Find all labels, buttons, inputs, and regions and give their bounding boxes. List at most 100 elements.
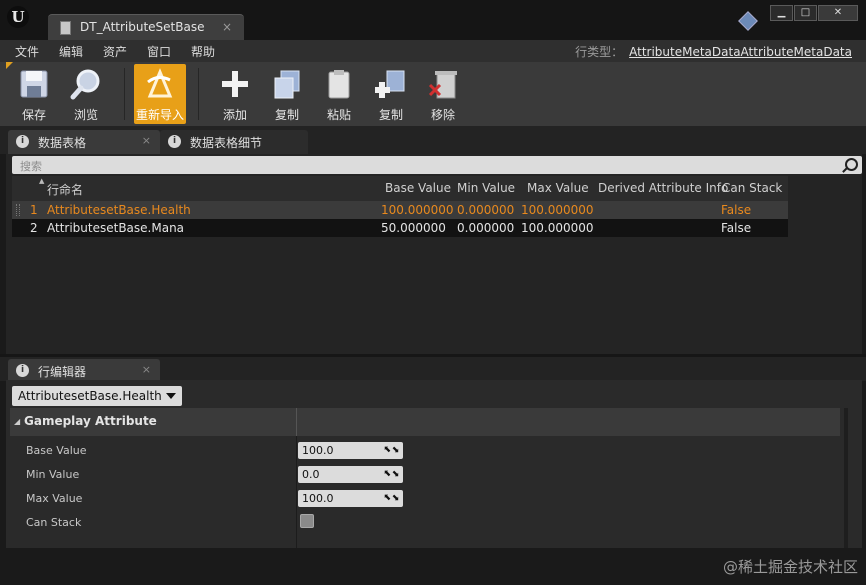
browse-icon bbox=[70, 69, 100, 100]
base-value-field[interactable]: 100.0 ⬉⬊ bbox=[298, 442, 403, 459]
remove-label: 移除 bbox=[430, 108, 455, 122]
reimport-button[interactable]: 重新导入 bbox=[134, 64, 186, 124]
chevron-down-icon bbox=[166, 393, 176, 399]
browse-button[interactable]: 浏览 bbox=[60, 64, 112, 124]
search-placeholder: 搜索 bbox=[20, 160, 42, 173]
can-stack-checkbox[interactable] bbox=[300, 514, 314, 528]
category-label: Gameplay Attribute bbox=[24, 414, 157, 428]
row-editor-tabs-row: i 行编辑器 × bbox=[0, 357, 866, 383]
property-column-divider[interactable] bbox=[296, 436, 297, 548]
base-value-label: Base Value bbox=[26, 444, 87, 457]
drag-arrow-icon[interactable]: ⬉⬊ bbox=[384, 445, 399, 455]
row-base-value: 50.000000 bbox=[381, 221, 446, 235]
column-derived-attribute-info[interactable]: Derived Attribute Info bbox=[598, 181, 728, 195]
base-value-text: 100.0 bbox=[302, 444, 334, 457]
data-table-asset-icon bbox=[60, 21, 71, 35]
minimize-button[interactable]: ▁ bbox=[770, 5, 793, 21]
menu-edit[interactable]: 编辑 bbox=[59, 43, 83, 60]
table-row[interactable]: 2 AttributesetBase.Mana 50.000000 0.0000… bbox=[12, 219, 788, 237]
min-value-text: 0.0 bbox=[302, 468, 320, 481]
column-can-stack[interactable]: Can Stack bbox=[722, 181, 782, 195]
copy-button[interactable]: 复制 bbox=[261, 64, 313, 124]
scrollbar[interactable] bbox=[844, 408, 848, 548]
document-tab-label: DT_AttributeSetBase bbox=[80, 20, 205, 34]
min-value-label: Min Value bbox=[26, 468, 80, 481]
paste-label: 粘贴 bbox=[326, 108, 351, 122]
duplicate-button[interactable]: 复制 bbox=[365, 64, 417, 124]
duplicate-icon bbox=[375, 70, 405, 98]
search-input[interactable]: 搜索 bbox=[12, 156, 862, 174]
info-icon: i bbox=[168, 135, 181, 148]
tab-data-table-label: 数据表格 bbox=[38, 136, 87, 150]
row-max-value: 100.000000 bbox=[521, 203, 594, 217]
row-type-link[interactable]: AttributeMetaDataAttributeMetaData bbox=[629, 45, 852, 59]
add-label: 添加 bbox=[222, 108, 247, 122]
panel-tabs-row: i 数据表格 × i 数据表格细节 bbox=[0, 126, 866, 154]
category-gameplay-attribute[interactable]: ◢ Gameplay Attribute bbox=[10, 408, 840, 436]
remove-button[interactable]: 移除 bbox=[417, 64, 469, 124]
row-can-stack: False bbox=[721, 203, 752, 217]
collapse-arrow-icon[interactable]: ◢ bbox=[14, 417, 20, 426]
toolbar-separator bbox=[198, 68, 199, 120]
column-divider[interactable] bbox=[296, 408, 297, 436]
tab-close-icon[interactable]: × bbox=[142, 134, 151, 147]
paste-icon bbox=[328, 70, 350, 99]
info-icon: i bbox=[16, 364, 29, 377]
row-select-dropdown[interactable]: AttributesetBase.Health bbox=[12, 386, 182, 406]
document-tab[interactable]: DT_AttributeSetBase × bbox=[48, 14, 244, 40]
tab-row-editor-label: 行编辑器 bbox=[38, 365, 87, 379]
max-value-label: Max Value bbox=[26, 492, 83, 505]
tab-data-table[interactable]: i 数据表格 × bbox=[8, 130, 160, 154]
column-min-value[interactable]: Min Value bbox=[457, 181, 515, 195]
maximize-button[interactable]: □ bbox=[794, 5, 817, 21]
reimport-icon bbox=[147, 68, 173, 98]
row-can-stack: False bbox=[721, 221, 752, 235]
max-value-field[interactable]: 100.0 ⬉⬊ bbox=[298, 490, 403, 507]
row-index: 2 bbox=[30, 221, 38, 235]
sort-ascending-icon[interactable]: ▲ bbox=[39, 177, 44, 185]
search-icon bbox=[845, 158, 858, 171]
menu-help[interactable]: 帮助 bbox=[191, 43, 215, 60]
document-tab-close-icon[interactable]: × bbox=[222, 20, 232, 34]
save-button[interactable]: 保存 bbox=[8, 64, 60, 124]
info-icon: i bbox=[16, 135, 29, 148]
save-label: 保存 bbox=[21, 108, 46, 122]
row-editor-panel: AttributesetBase.Health ◢ Gameplay Attri… bbox=[6, 380, 862, 548]
source-control-icon[interactable] bbox=[738, 11, 758, 31]
row-base-value: 100.000000 bbox=[381, 203, 454, 217]
row-select-value: AttributesetBase.Health bbox=[18, 389, 162, 403]
row-min-value: 0.000000 bbox=[457, 221, 515, 235]
drag-arrow-icon[interactable]: ⬉⬊ bbox=[384, 469, 399, 479]
remove-icon bbox=[428, 71, 457, 99]
table-header: ▲ 行命名 Base Value Min Value Max Value Der… bbox=[12, 176, 788, 201]
tab-close-icon[interactable]: × bbox=[142, 363, 151, 376]
toolbar-separator bbox=[124, 68, 125, 120]
drag-arrow-icon[interactable]: ⬉⬊ bbox=[384, 493, 399, 503]
can-stack-label: Can Stack bbox=[26, 516, 82, 529]
tab-data-table-details[interactable]: i 数据表格细节 bbox=[160, 130, 308, 154]
row-min-value: 0.000000 bbox=[457, 203, 515, 217]
menu-window[interactable]: 窗口 bbox=[147, 43, 171, 60]
close-window-button[interactable]: ✕ bbox=[818, 5, 858, 21]
drag-handle-icon[interactable] bbox=[16, 204, 20, 216]
menu-file[interactable]: 文件 bbox=[15, 43, 39, 60]
min-value-field[interactable]: 0.0 ⬉⬊ bbox=[298, 466, 403, 483]
row-type-display: 行类型： AttributeMetaDataAttributeMetaData bbox=[575, 43, 852, 60]
menu-bar: 文件 编辑 资产 窗口 帮助 行类型： AttributeMetaDataAttr… bbox=[0, 40, 866, 62]
column-row-name[interactable]: 行命名 bbox=[47, 181, 83, 198]
title-bar: U DT_AttributeSetBase × ▁ □ ✕ bbox=[0, 0, 866, 40]
column-base-value[interactable]: Base Value bbox=[385, 181, 451, 195]
add-row-button[interactable]: 添加 bbox=[209, 64, 261, 124]
row-type-label: 行类型： bbox=[575, 45, 624, 59]
column-max-value[interactable]: Max Value bbox=[527, 181, 589, 195]
table-row[interactable]: 1 AttributesetBase.Health 100.000000 0.0… bbox=[12, 201, 788, 219]
menu-asset[interactable]: 资产 bbox=[103, 43, 127, 60]
row-index: 1 bbox=[30, 203, 38, 217]
tab-details-label: 数据表格细节 bbox=[190, 136, 263, 150]
copy-icon bbox=[274, 70, 300, 99]
row-name: AttributesetBase.Mana bbox=[47, 221, 185, 235]
watermark: @稀土掘金技术社区 bbox=[722, 558, 858, 576]
reimport-label: 重新导入 bbox=[135, 108, 184, 122]
paste-button[interactable]: 粘贴 bbox=[313, 64, 365, 124]
save-icon bbox=[20, 70, 48, 98]
